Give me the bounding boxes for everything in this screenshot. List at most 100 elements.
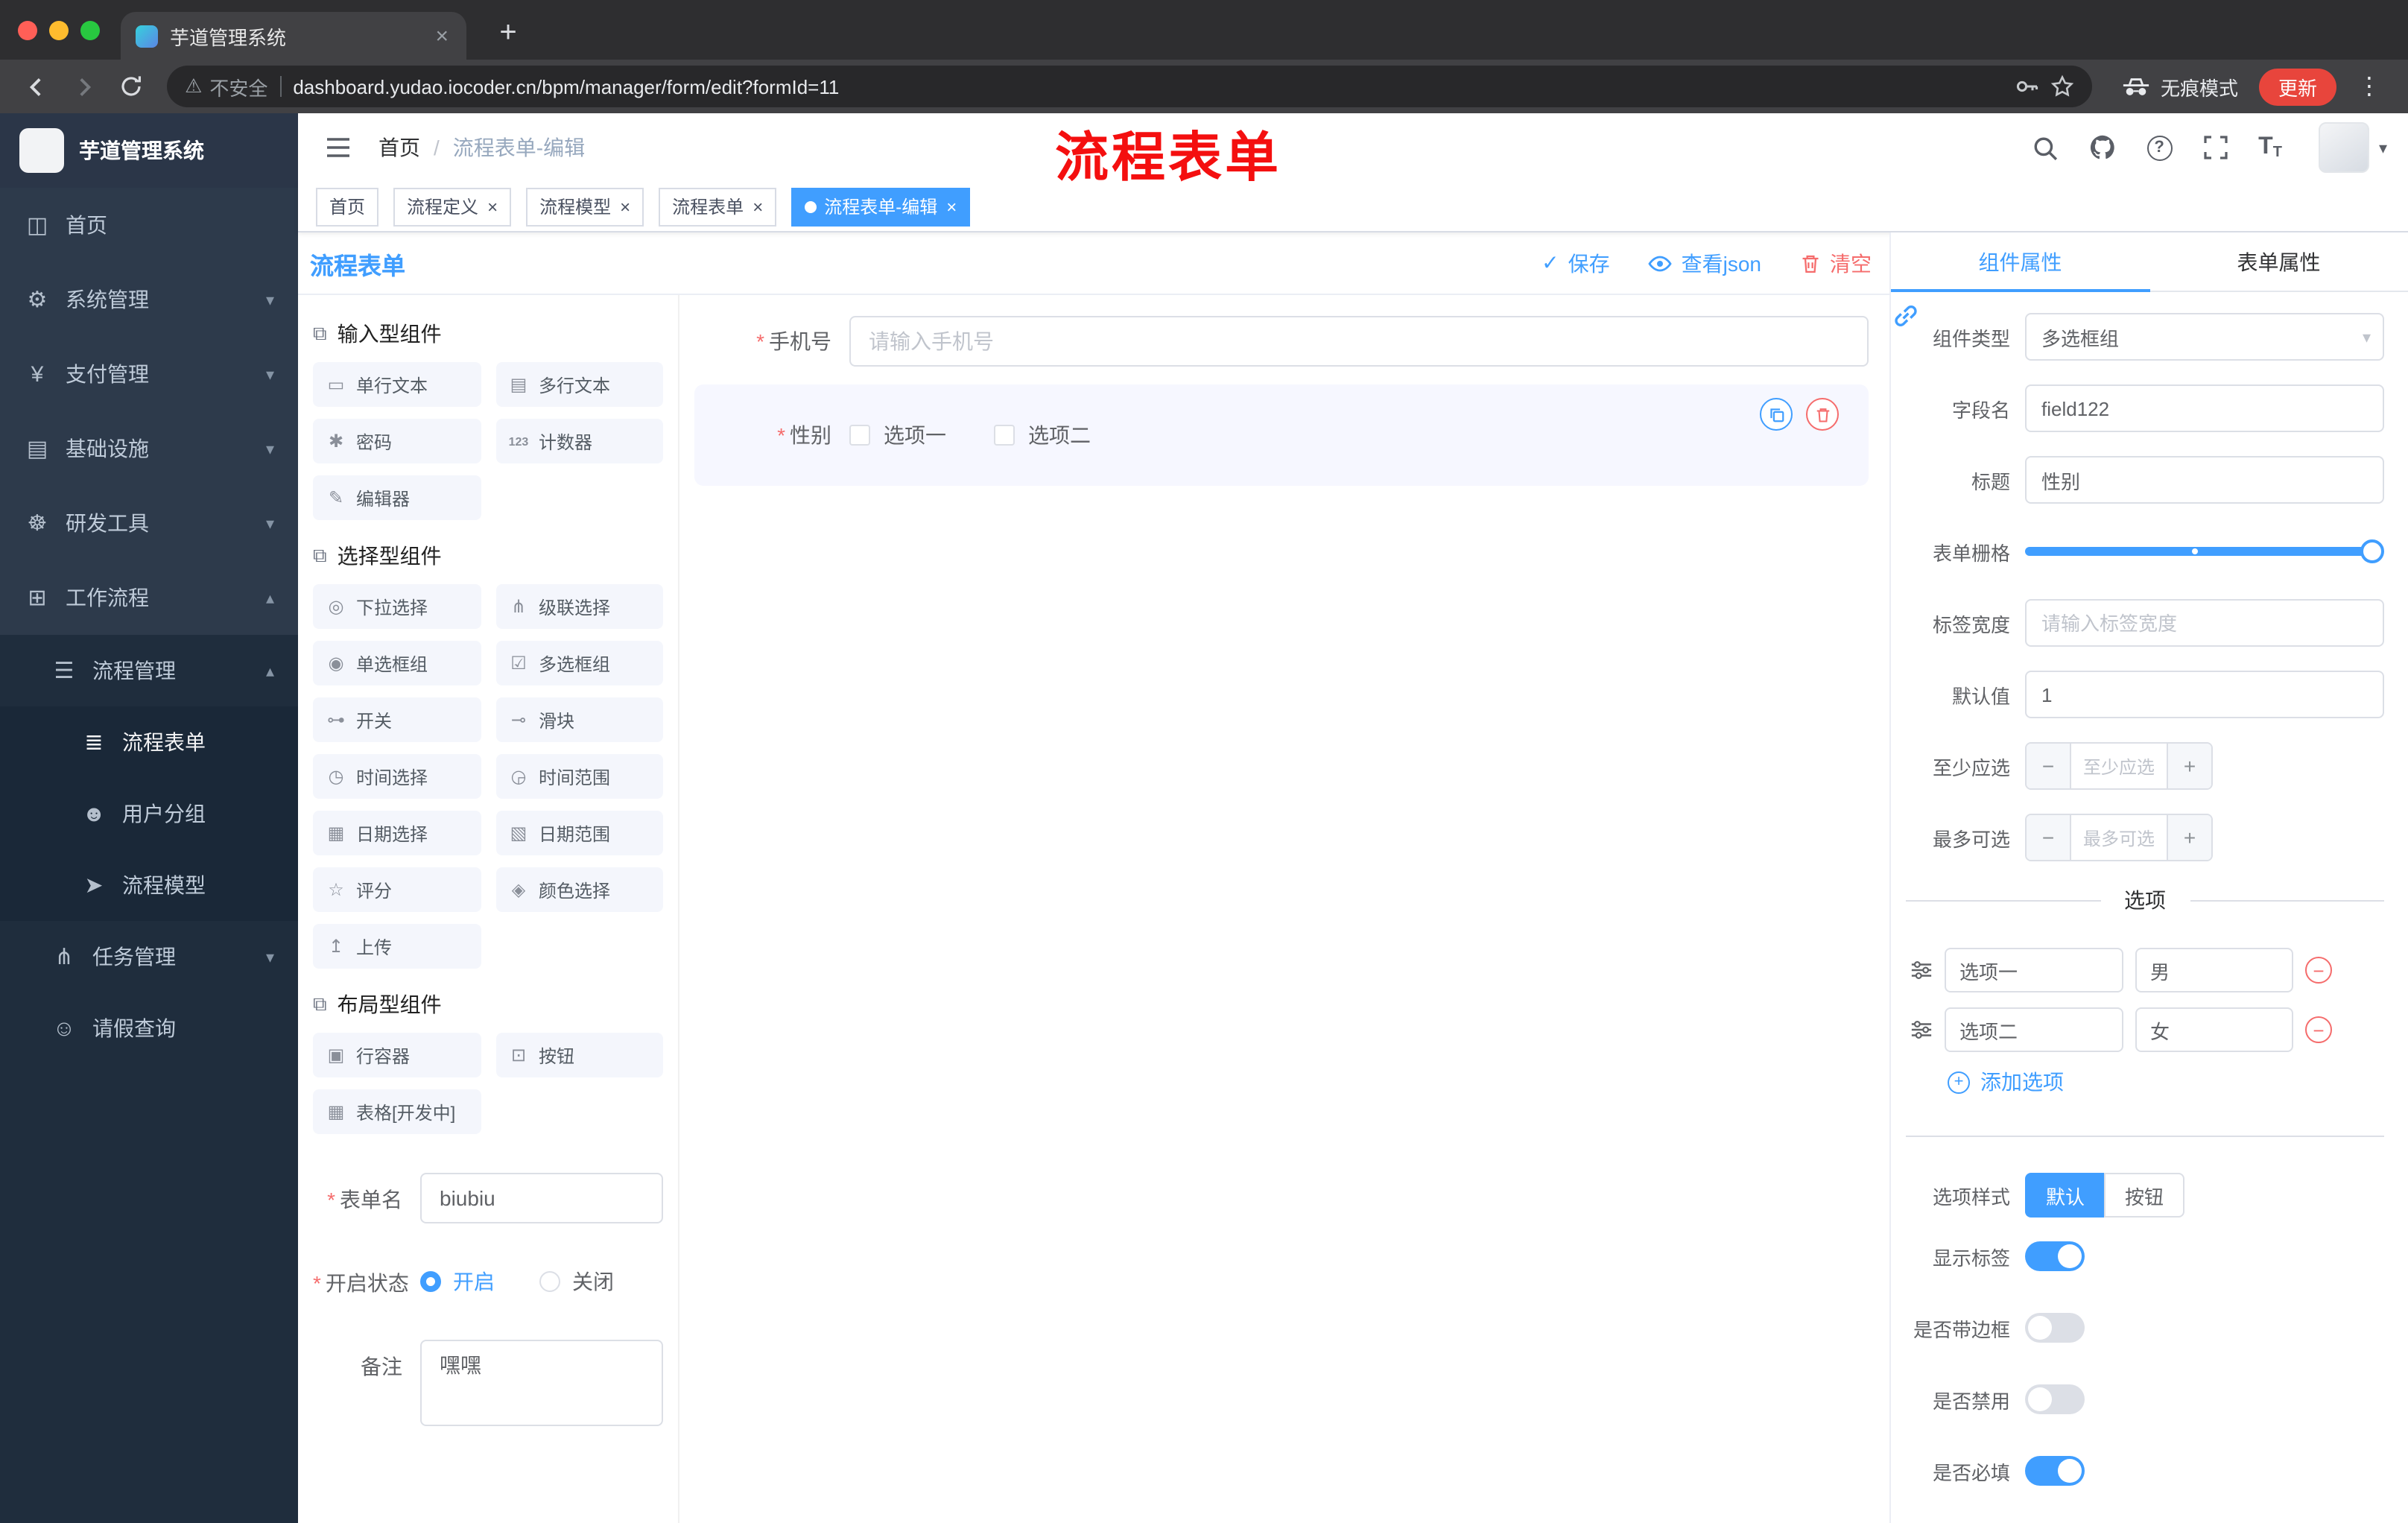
- component-slider[interactable]: ⊸ 滑块: [495, 697, 663, 742]
- option-1-name-input[interactable]: [1945, 948, 2123, 992]
- tag-process-definition[interactable]: 流程定义 ×: [393, 187, 512, 226]
- breadcrumb-home[interactable]: 首页: [378, 133, 420, 162]
- component-type-select[interactable]: 多选框组 ▾: [2025, 313, 2384, 361]
- remark-textarea[interactable]: 嘿嘿: [420, 1340, 663, 1426]
- form-name-input[interactable]: [420, 1173, 663, 1223]
- drag-handle-icon[interactable]: [1910, 1019, 1933, 1040]
- component-single-line-text[interactable]: ▭ 单行文本: [313, 362, 481, 407]
- sidebar-item-process-model[interactable]: ➤ 流程模型: [0, 849, 298, 921]
- option-2-value-input[interactable]: [2135, 1007, 2293, 1052]
- minimize-window-button[interactable]: [49, 21, 69, 40]
- tag-process-form[interactable]: 流程表单 ×: [659, 187, 777, 226]
- increase-button[interactable]: +: [2167, 815, 2211, 860]
- user-avatar[interactable]: ▾: [2319, 122, 2387, 173]
- password-key-icon[interactable]: [2015, 75, 2038, 98]
- back-button[interactable]: [15, 66, 57, 107]
- component-button[interactable]: ⊡ 按钮: [495, 1033, 663, 1077]
- add-option-button[interactable]: + 添加选项: [1906, 1067, 2384, 1097]
- component-radio-group[interactable]: ◉ 单选框组: [313, 641, 481, 685]
- tag-home[interactable]: 首页: [316, 187, 379, 226]
- component-counter[interactable]: 123 计数器: [495, 419, 663, 463]
- security-chip[interactable]: ⚠ 不安全: [185, 72, 267, 101]
- sidebar-item-leave-query[interactable]: ☺ 请假查询: [0, 992, 298, 1064]
- checkbox-option-1[interactable]: 选项一: [849, 420, 946, 450]
- phone-input[interactable]: [849, 316, 1869, 367]
- new-tab-button[interactable]: +: [487, 12, 529, 54]
- view-json-button[interactable]: 查看json: [1648, 248, 1761, 278]
- link-icon[interactable]: [1892, 303, 1919, 337]
- search-icon[interactable]: [2032, 135, 2057, 160]
- component-date-picker[interactable]: ▦ 日期选择: [313, 811, 481, 855]
- sidebar-item-infra[interactable]: ▤ 基础设施 ▾: [0, 411, 298, 486]
- sidebar-item-payment[interactable]: ¥ 支付管理 ▾: [0, 337, 298, 411]
- address-bar[interactable]: ⚠ 不安全 dashboard.yudao.iocoder.cn/bpm/man…: [167, 66, 2092, 107]
- component-date-range[interactable]: ▧ 日期范围: [495, 811, 663, 855]
- tag-close-icon[interactable]: ×: [945, 196, 957, 217]
- sidebar-item-system[interactable]: ⚙ 系统管理 ▾: [0, 262, 298, 337]
- tag-process-model[interactable]: 流程模型 ×: [526, 187, 644, 226]
- component-cascader[interactable]: ⋔ 级联选择: [495, 584, 663, 629]
- tag-process-form-edit[interactable]: 流程表单-编辑 ×: [791, 187, 971, 226]
- form-canvas[interactable]: * 手机号 请输入手机号 * 性别 选项一 选项二: [679, 295, 1889, 1523]
- default-value-input[interactable]: [2025, 671, 2384, 718]
- option-2-name-input[interactable]: [1945, 1007, 2123, 1052]
- tag-close-icon[interactable]: ×: [618, 196, 630, 217]
- component-color-picker[interactable]: ◈ 颜色选择: [495, 867, 663, 912]
- component-time-picker[interactable]: ◷ 时间选择: [313, 754, 481, 799]
- component-password[interactable]: ✱ 密码: [313, 419, 481, 463]
- disabled-toggle[interactable]: [2025, 1384, 2085, 1414]
- option-1-value-input[interactable]: [2135, 948, 2293, 992]
- checkbox-option-2[interactable]: 选项二: [994, 420, 1091, 450]
- border-toggle[interactable]: [2025, 1313, 2085, 1343]
- sidebar-logo[interactable]: 芋道管理系统: [0, 113, 298, 188]
- font-size-icon[interactable]: TT: [2258, 134, 2282, 161]
- component-upload[interactable]: ↥ 上传: [313, 924, 481, 969]
- component-checkbox-group[interactable]: ☑ 多选框组: [495, 641, 663, 685]
- label-width-input[interactable]: [2025, 599, 2384, 647]
- save-button[interactable]: ✓ 保存: [1542, 248, 1609, 278]
- fullscreen-icon[interactable]: [2203, 136, 2227, 159]
- tag-close-icon[interactable]: ×: [486, 196, 498, 217]
- phone-field[interactable]: * 手机号: [694, 316, 1869, 367]
- component-row-container[interactable]: ▣ 行容器: [313, 1033, 481, 1077]
- github-icon[interactable]: [2088, 134, 2115, 161]
- title-input[interactable]: [2025, 456, 2384, 504]
- increase-button[interactable]: +: [2167, 744, 2211, 788]
- sidebar-item-process-form[interactable]: ≣ 流程表单: [0, 706, 298, 778]
- hamburger-icon[interactable]: [319, 130, 358, 165]
- sidebar-item-devtools[interactable]: ☸ 研发工具 ▾: [0, 486, 298, 560]
- tab-form-props[interactable]: 表单属性: [2149, 232, 2408, 291]
- style-default-button[interactable]: 默认: [2025, 1173, 2105, 1218]
- gender-field[interactable]: * 性别 选项一 选项二: [694, 420, 1848, 450]
- reload-button[interactable]: [110, 66, 152, 107]
- drag-handle-icon[interactable]: [1910, 960, 1933, 981]
- component-switch[interactable]: ⊶ 开关: [313, 697, 481, 742]
- gender-field-selected[interactable]: * 性别 选项一 选项二: [694, 384, 1869, 486]
- tab-component-props[interactable]: 组件属性: [1891, 232, 2149, 292]
- help-icon[interactable]: ?: [2146, 135, 2173, 160]
- component-table[interactable]: ▦ 表格[开发中]: [313, 1089, 481, 1134]
- tab-close-icon[interactable]: ×: [432, 23, 452, 48]
- forward-button[interactable]: [63, 66, 104, 107]
- min-checked-value[interactable]: 至少应选: [2071, 744, 2167, 788]
- clear-button[interactable]: 清空: [1800, 248, 1872, 278]
- component-select[interactable]: ◎ 下拉选择: [313, 584, 481, 629]
- sidebar-item-user-group[interactable]: ☻ 用户分组: [0, 778, 298, 849]
- decrease-button[interactable]: −: [2027, 744, 2071, 788]
- close-window-button[interactable]: [18, 21, 37, 40]
- remove-option-button[interactable]: −: [2305, 1016, 2332, 1043]
- browser-tab[interactable]: 芋道管理系统 ×: [121, 12, 466, 60]
- copy-field-button[interactable]: [1760, 398, 1793, 431]
- sidebar-item-workflow[interactable]: ⊞ 工作流程 ▴: [0, 560, 298, 635]
- radio-closed[interactable]: 关闭: [539, 1267, 614, 1296]
- sidebar-item-process-mgmt[interactable]: ☰ 流程管理 ▴: [0, 635, 298, 706]
- decrease-button[interactable]: −: [2027, 815, 2071, 860]
- style-button-button[interactable]: 按钮: [2104, 1173, 2185, 1218]
- component-rate[interactable]: ☆ 评分: [313, 867, 481, 912]
- show-label-toggle[interactable]: [2025, 1241, 2085, 1271]
- radio-open[interactable]: 开启: [420, 1267, 495, 1296]
- zoom-window-button[interactable]: [80, 21, 100, 40]
- tag-close-icon[interactable]: ×: [751, 196, 763, 217]
- update-button[interactable]: 更新: [2258, 68, 2336, 105]
- browser-menu-icon[interactable]: ⋮: [2342, 72, 2393, 101]
